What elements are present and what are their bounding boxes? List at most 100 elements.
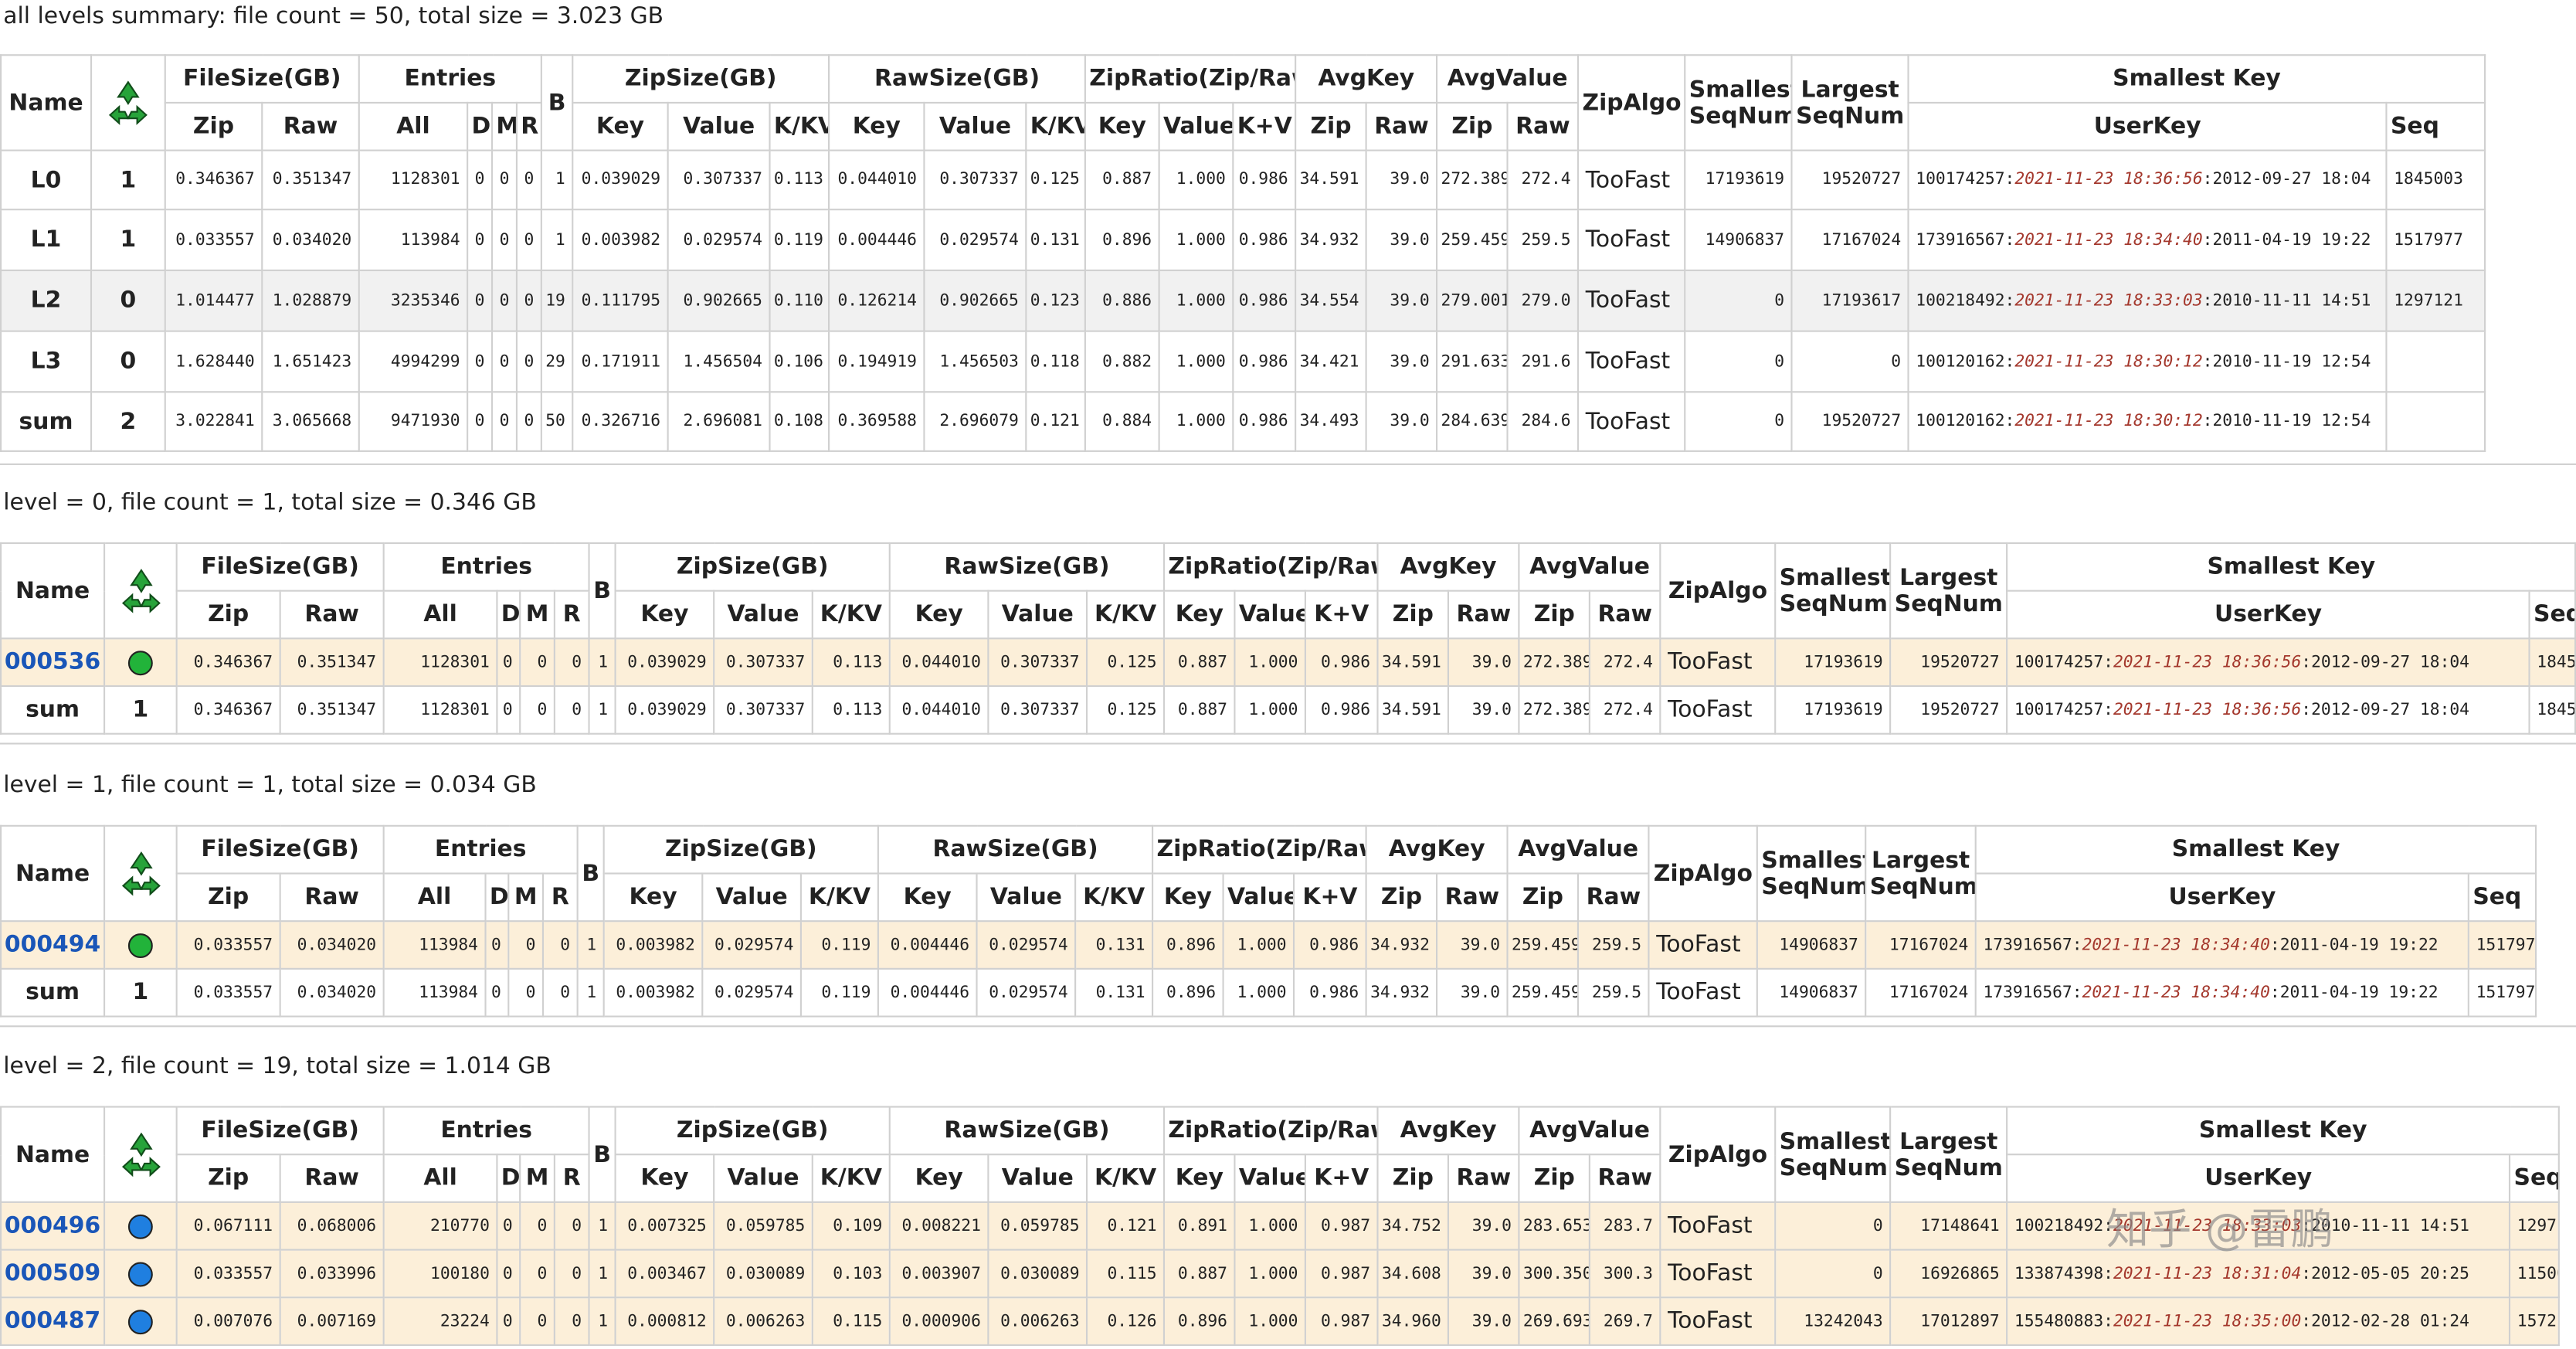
subheader-r[interactable]: R	[553, 1154, 590, 1203]
col-rawsize-header[interactable]: RawSize(GB)	[888, 1106, 1166, 1156]
subheader-value[interactable]: Value	[713, 1154, 813, 1203]
col-avgvalue-header[interactable]: AvgValue	[1518, 1106, 1661, 1156]
file-link[interactable]: 000536	[5, 649, 100, 675]
col-seq-header[interactable]: Seq	[2528, 590, 2576, 640]
subheader-kkv[interactable]: K/KV	[811, 590, 891, 640]
file-link[interactable]: 000494	[5, 932, 100, 958]
subheader-raw[interactable]: Raw	[1448, 1154, 1520, 1203]
subheader-m[interactable]: M	[519, 1154, 555, 1203]
col-avgkey-header[interactable]: AvgKey	[1376, 542, 1520, 592]
subheader-r[interactable]: R	[515, 101, 542, 151]
subheader-value[interactable]: Value	[1158, 101, 1234, 151]
subheader-zip[interactable]: Zip	[175, 590, 281, 640]
table-row[interactable]: L3 0 1.628440 1.651423 4994299 0 0 0 29 0.171911 1…	[0, 330, 2486, 393]
col-smallest-seqnum-header[interactable]: Smallest SeqNum	[1774, 1106, 1892, 1203]
subheader-d[interactable]: D	[496, 590, 521, 640]
col-userkey-header[interactable]: UserKey	[2006, 1154, 2511, 1203]
subheader-key[interactable]: Key	[1152, 872, 1224, 923]
subheader-raw[interactable]: Raw	[1436, 872, 1509, 923]
subheader-zip[interactable]: Zip	[175, 1154, 281, 1203]
subheader-kkv[interactable]: K/KV	[1074, 872, 1154, 923]
subheader-zip[interactable]: Zip	[1295, 101, 1367, 151]
table-row[interactable]: sum 2 3.022841 3.065668 9471930 0 0 0 50 0.326716…	[0, 391, 2486, 452]
subheader-kv[interactable]: K+V	[1232, 101, 1297, 151]
subheader-r[interactable]: R	[553, 590, 590, 640]
subheader-value[interactable]: Value	[667, 101, 771, 151]
col-seq-header[interactable]: Seq	[2385, 101, 2486, 151]
col-smallest-key-header[interactable]: Smallest Key	[2006, 1106, 2561, 1156]
col-avgvalue-header[interactable]: AvgValue	[1436, 54, 1580, 104]
col-name-header[interactable]: Name	[0, 54, 93, 151]
subheader-key[interactable]: Key	[1163, 590, 1236, 640]
col-zipsize-header[interactable]: ZipSize(GB)	[572, 54, 830, 104]
col-zipalgo-header[interactable]: ZipAlgo	[1659, 542, 1777, 640]
file-link[interactable]: 000509	[5, 1260, 100, 1286]
col-entries-header[interactable]: Entries	[382, 542, 590, 592]
subheader-zip[interactable]: Zip	[1376, 590, 1450, 640]
subheader-key[interactable]: Key	[828, 101, 925, 151]
col-name-header[interactable]: Name	[0, 824, 106, 923]
col-smallest-seqnum-header[interactable]: Smallest SeqNum	[1774, 542, 1892, 640]
subheader-all[interactable]: All	[382, 1154, 498, 1203]
subheader-d[interactable]: D	[484, 872, 510, 923]
col-rawsize-header[interactable]: RawSize(GB)	[888, 542, 1166, 592]
subheader-key[interactable]: Key	[614, 590, 715, 640]
subheader-r[interactable]: R	[541, 872, 579, 923]
col-name-header[interactable]: Name	[0, 542, 106, 640]
subheader-raw[interactable]: Raw	[1588, 590, 1661, 640]
col-filesize-header[interactable]: FileSize(GB)	[175, 824, 385, 875]
subheader-zip[interactable]: Zip	[1376, 1154, 1450, 1203]
col-name-header[interactable]: Name	[0, 1106, 106, 1203]
subheader-m[interactable]: M	[507, 872, 545, 923]
col-avgvalue-header[interactable]: AvgValue	[1518, 542, 1661, 592]
file-name-cell[interactable]: 000487	[0, 1296, 106, 1347]
col-b-header[interactable]: B	[588, 1106, 616, 1203]
subheader-key[interactable]: Key	[1084, 101, 1160, 151]
table-row[interactable]: L0 1 0.346367 0.351347 1128301 0 0 0 1 0.039029 0.…	[0, 149, 2486, 211]
table-row[interactable]: 000494 0.033557 0.034020 113984 0 0 0 1 0.003982…	[0, 920, 2537, 970]
subheader-m[interactable]: M	[519, 590, 555, 640]
col-entries-header[interactable]: Entries	[358, 54, 542, 104]
subheader-raw[interactable]: Raw	[261, 101, 360, 151]
subheader-value[interactable]: Value	[701, 872, 803, 923]
table-row[interactable]: 000487 0.007076 0.007169 23224 0 0 0 1 0.000812 0…	[0, 1296, 2561, 1347]
subheader-zip[interactable]: Zip	[1436, 101, 1509, 151]
col-zipratio-header[interactable]: ZipRatio(Zip/Raw)	[1163, 542, 1379, 592]
subheader-value[interactable]: Value	[1234, 590, 1307, 640]
col-zipalgo-header[interactable]: ZipAlgo	[1659, 1106, 1777, 1203]
subheader-zip[interactable]: Zip	[1506, 872, 1580, 923]
col-zipsize-header[interactable]: ZipSize(GB)	[614, 542, 891, 592]
subheader-key[interactable]: Key	[888, 1154, 989, 1203]
subheader-value[interactable]: Value	[1222, 872, 1295, 923]
col-zipratio-header[interactable]: ZipRatio(Zip/Raw)	[1084, 54, 1297, 104]
col-avgkey-header[interactable]: AvgKey	[1295, 54, 1438, 104]
col-avgkey-header[interactable]: AvgKey	[1376, 1106, 1520, 1156]
subheader-raw[interactable]: Raw	[1577, 872, 1650, 923]
subheader-value[interactable]: Value	[987, 1154, 1088, 1203]
subheader-key[interactable]: Key	[1163, 1154, 1236, 1203]
subheader-m[interactable]: M	[491, 101, 518, 151]
col-userkey-header[interactable]: UserKey	[2006, 590, 2530, 640]
col-entries-header[interactable]: Entries	[382, 1106, 590, 1156]
file-name-cell[interactable]: 000509	[0, 1249, 106, 1299]
subheader-raw[interactable]: Raw	[279, 872, 385, 923]
subheader-kkv[interactable]: K/KV	[811, 1154, 891, 1203]
col-avgkey-header[interactable]: AvgKey	[1365, 824, 1509, 875]
subheader-all[interactable]: All	[358, 101, 469, 151]
col-zipratio-header[interactable]: ZipRatio(Zip/Raw)	[1163, 1106, 1379, 1156]
subheader-kv[interactable]: K+V	[1304, 590, 1379, 640]
col-zipsize-header[interactable]: ZipSize(GB)	[614, 1106, 891, 1156]
subheader-kkv[interactable]: K/KV	[799, 872, 880, 923]
subheader-kkv[interactable]: K/KV	[1086, 590, 1166, 640]
file-name-cell[interactable]: 000496	[0, 1201, 106, 1251]
subheader-d[interactable]: D	[496, 1154, 521, 1203]
col-smallest-seqnum-header[interactable]: Smallest SeqNum	[1756, 824, 1867, 923]
subheader-raw[interactable]: Raw	[1588, 1154, 1661, 1203]
col-filesize-header[interactable]: FileSize(GB)	[175, 1106, 385, 1156]
file-link[interactable]: 000487	[5, 1308, 100, 1334]
file-name-cell[interactable]: 000494	[0, 920, 106, 970]
subheader-all[interactable]: All	[382, 590, 498, 640]
subheader-key[interactable]: Key	[877, 872, 978, 923]
col-userkey-header[interactable]: UserKey	[1907, 101, 2388, 151]
subheader-zip[interactable]: Zip	[164, 101, 263, 151]
